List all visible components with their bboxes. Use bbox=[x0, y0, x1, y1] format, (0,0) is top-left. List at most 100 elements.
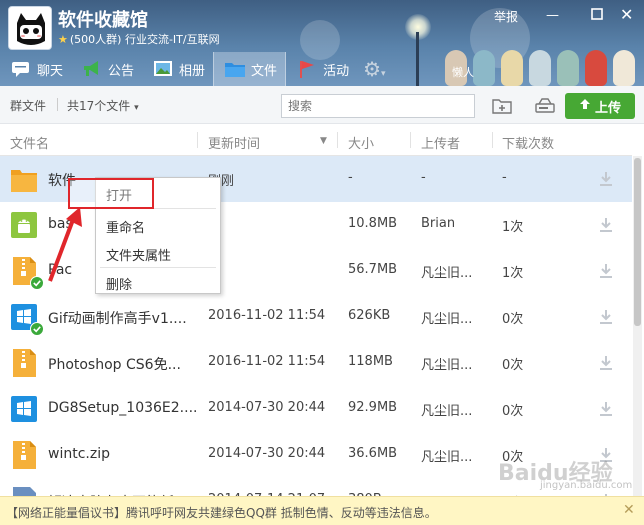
group-header: 软件收藏馆 ★ (500人群) 行业交流-IT/互联网 举报 — ✕ 懒人 聊天 … bbox=[0, 0, 644, 86]
tab-files[interactable]: 文件 bbox=[213, 52, 287, 86]
file-size: 92.9MB bbox=[348, 400, 398, 415]
tab-activity[interactable]: 活动 bbox=[286, 52, 357, 86]
file-name[interactable]: Gif动画制作高手v1.... bbox=[48, 308, 187, 328]
group-avatar[interactable] bbox=[8, 6, 52, 50]
table-row[interactable]: Photoshop CS6免... 2016-11-02 11:54 118MB 凡尘… bbox=[0, 340, 632, 386]
tab-label: 相册 bbox=[179, 63, 206, 79]
column-downloads[interactable]: 下载次数 bbox=[502, 133, 554, 152]
group-meta: ★ (500人群) 行业交流-IT/互联网 bbox=[58, 31, 220, 47]
file-name[interactable]: wintc.zip bbox=[48, 446, 110, 462]
maximize-icon[interactable] bbox=[591, 8, 603, 24]
menu-item-folder-properties[interactable]: 文件夹属性 bbox=[96, 240, 220, 266]
minimize-icon[interactable]: — bbox=[546, 8, 559, 23]
file-name[interactable]: DG8Setup_1036E2.... bbox=[48, 400, 197, 416]
upload-button[interactable]: 上传 bbox=[565, 93, 635, 119]
download-icon[interactable] bbox=[597, 400, 615, 418]
close-icon[interactable]: ✕ bbox=[620, 5, 633, 24]
close-notice-icon[interactable]: ✕ bbox=[623, 502, 635, 518]
file-name[interactable]: Photoshop CS6免... bbox=[48, 354, 181, 374]
group-tabs: 聊天 公告 相册 文件 活动 ⚙▾ bbox=[0, 52, 392, 86]
annotation-arrow-icon bbox=[48, 207, 82, 282]
file-uploader: 凡尘旧... bbox=[421, 266, 473, 281]
column-uploader[interactable]: 上传者 bbox=[421, 133, 460, 152]
tab-announcement[interactable]: 公告 bbox=[71, 52, 142, 86]
column-name[interactable]: 文件名 bbox=[10, 133, 49, 152]
upload-icon bbox=[579, 98, 591, 114]
folder-icon bbox=[10, 164, 38, 194]
new-folder-icon[interactable] bbox=[491, 96, 513, 116]
file-uploader: - bbox=[421, 170, 426, 185]
column-time[interactable]: 更新时间 bbox=[208, 133, 260, 152]
zip-icon bbox=[10, 440, 38, 470]
column-divider bbox=[337, 132, 338, 148]
toolbar-divider bbox=[57, 98, 58, 111]
scrollbar[interactable] bbox=[633, 156, 642, 496]
tab-chat[interactable]: 聊天 bbox=[0, 52, 71, 86]
menu-separator bbox=[100, 267, 216, 268]
watermark-url: jingyan.baidu.com bbox=[540, 480, 633, 491]
zip-icon bbox=[10, 348, 38, 378]
sort-desc-icon[interactable]: ▼ bbox=[320, 136, 327, 146]
tab-label: 文件 bbox=[251, 63, 278, 79]
chevron-down-icon: ▾ bbox=[134, 103, 139, 113]
notice-text[interactable]: 【网络正能量倡议书】腾讯呼吁网友共建绿色QQ群 抵制色情、反动等违法信息。 bbox=[6, 506, 437, 520]
download-icon[interactable] bbox=[597, 308, 615, 326]
scrollbar-thumb[interactable] bbox=[634, 158, 641, 326]
file-time: 2016-11-02 11:54 bbox=[208, 354, 326, 369]
storage-icon[interactable] bbox=[534, 96, 556, 116]
android-icon bbox=[10, 210, 38, 240]
zip-icon bbox=[10, 256, 44, 290]
menu-item-rename[interactable]: 重命名 bbox=[96, 212, 220, 238]
file-size: 36.6MB bbox=[348, 446, 398, 461]
table-row[interactable]: DG8Setup_1036E2.... 2014-07-30 20:44 92.9M… bbox=[0, 386, 632, 432]
tab-label: 公告 bbox=[108, 63, 135, 79]
group-files-label: 群文件 bbox=[10, 99, 47, 113]
gear-icon[interactable]: ⚙▾ bbox=[357, 52, 391, 86]
column-divider bbox=[410, 132, 411, 148]
download-icon[interactable] bbox=[597, 170, 615, 188]
file-uploader: 凡尘旧... bbox=[421, 450, 473, 465]
file-count-dropdown[interactable]: 共17个文件 ▾ bbox=[67, 97, 139, 114]
album-icon bbox=[152, 59, 174, 79]
group-name[interactable]: 软件收藏馆 bbox=[58, 6, 148, 32]
file-downloads: 0次 bbox=[502, 312, 524, 327]
file-downloads: - bbox=[502, 170, 507, 185]
menu-item-delete[interactable]: 删除 bbox=[96, 269, 220, 295]
column-size[interactable]: 大小 bbox=[348, 133, 374, 152]
file-size: 10.8MB bbox=[348, 216, 398, 231]
column-divider bbox=[197, 132, 198, 148]
file-size: 118MB bbox=[348, 354, 393, 369]
upload-label: 上传 bbox=[594, 100, 621, 116]
star-icon: ★ bbox=[58, 33, 68, 46]
column-divider bbox=[492, 132, 493, 148]
search-input[interactable] bbox=[281, 94, 475, 118]
download-icon[interactable] bbox=[597, 354, 615, 372]
report-button[interactable]: 举报 bbox=[494, 8, 518, 25]
decoration-label: 懒人 bbox=[452, 66, 474, 79]
tab-label: 活动 bbox=[323, 63, 350, 79]
file-downloads: 0次 bbox=[502, 404, 524, 419]
file-count-label: 共17个文件 bbox=[67, 99, 131, 113]
file-size: 56.7MB bbox=[348, 262, 398, 277]
file-uploader: Brian bbox=[421, 216, 456, 231]
table-row[interactable]: Gif动画制作高手v1.... 2016-11-02 11:54 626KB 凡尘旧.… bbox=[0, 294, 632, 340]
download-icon[interactable] bbox=[597, 216, 615, 234]
group-meta-text: (500人群) 行业交流-IT/互联网 bbox=[69, 33, 220, 46]
file-time: 2014-07-30 20:44 bbox=[208, 400, 326, 415]
download-icon[interactable] bbox=[597, 262, 615, 280]
file-size: 626KB bbox=[348, 308, 391, 323]
file-uploader: 凡尘旧... bbox=[421, 404, 473, 419]
windows-icon bbox=[10, 394, 38, 424]
file-downloads: 1次 bbox=[502, 266, 524, 281]
file-downloads: 1次 bbox=[502, 220, 524, 235]
file-time: 2014-07-30 20:44 bbox=[208, 446, 326, 461]
flag-icon bbox=[296, 59, 318, 79]
chat-icon bbox=[10, 59, 32, 79]
file-time: 2016-11-02 11:54 bbox=[208, 308, 326, 323]
file-uploader: 凡尘旧... bbox=[421, 358, 473, 373]
street-lamp-post bbox=[416, 32, 419, 86]
notice-bar: 【网络正能量倡议书】腾讯呼吁网友共建绿色QQ群 抵制色情、反动等违法信息。 ✕ bbox=[0, 496, 644, 525]
tab-album[interactable]: 相册 bbox=[142, 52, 213, 86]
column-header: 文件名 更新时间 ▼ 大小 上传者 下载次数 bbox=[0, 124, 632, 156]
file-downloads: 0次 bbox=[502, 358, 524, 373]
